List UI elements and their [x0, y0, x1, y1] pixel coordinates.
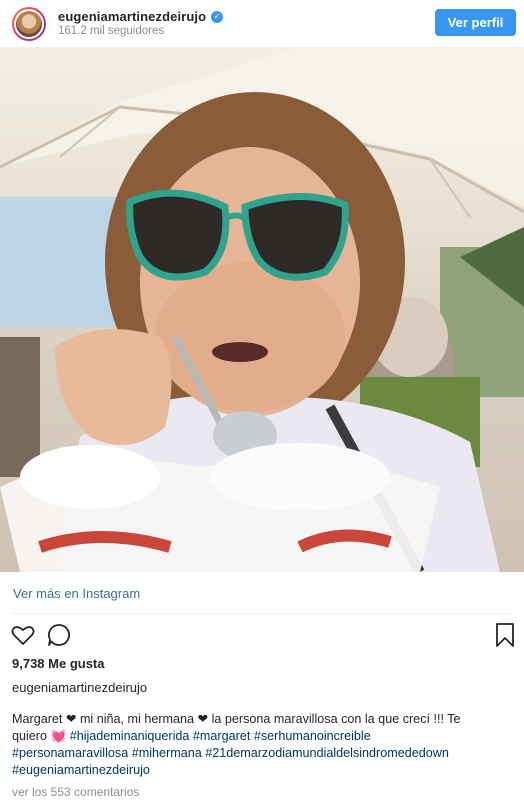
hashtag-link[interactable]: #hijademinaniquerida — [70, 729, 190, 743]
view-profile-button[interactable]: Ver perfil — [435, 9, 516, 36]
caption-line-1: Margaret ❤ mi niña, mi hermana ❤ la pers… — [12, 712, 461, 726]
post-header: eugeniamartinezdeirujo ✓ 161.2 mil segui… — [0, 0, 524, 46]
hashtag-link[interactable]: #eugeniamartinezdeirujo — [12, 763, 150, 777]
hashtag-link[interactable]: #margaret — [193, 729, 250, 743]
post-photo[interactable] — [0, 47, 524, 572]
view-comments-link[interactable]: ver los 553 comentarios — [12, 785, 139, 799]
avatar[interactable] — [12, 7, 46, 41]
verified-badge-icon: ✓ — [211, 10, 224, 23]
hashtag-link[interactable]: #serhumanoincreible — [254, 729, 371, 743]
bookmark-icon[interactable] — [492, 622, 518, 648]
follower-count: 161.2 mil seguidores — [58, 25, 165, 37]
photo-illustration — [0, 47, 524, 572]
username-link[interactable]: eugeniamartinezdeirujo — [58, 9, 206, 24]
comment-icon[interactable] — [46, 622, 72, 648]
hashtag-link[interactable]: #21demarzodiamundialdelsindromededown — [205, 746, 449, 760]
view-more-on-instagram-link[interactable]: Ver más en Instagram — [13, 586, 140, 601]
caption-line-2-text: quiero 💓 — [12, 729, 70, 743]
post-caption: Margaret ❤ mi niña, mi hermana ❤ la pers… — [12, 711, 512, 779]
post-author[interactable]: eugeniamartinezdeirujo — [12, 680, 147, 695]
divider — [12, 613, 512, 614]
hashtag-link[interactable]: #mihermana — [132, 746, 202, 760]
like-count[interactable]: 9,738 Me gusta — [12, 656, 105, 671]
avatar-image — [14, 9, 44, 39]
username-row: eugeniamartinezdeirujo ✓ — [58, 9, 224, 24]
heart-icon[interactable] — [10, 622, 36, 648]
instagram-embed-card: eugeniamartinezdeirujo ✓ 161.2 mil segui… — [0, 0, 524, 800]
hashtag-link[interactable]: #personamaravillosa — [12, 746, 128, 760]
